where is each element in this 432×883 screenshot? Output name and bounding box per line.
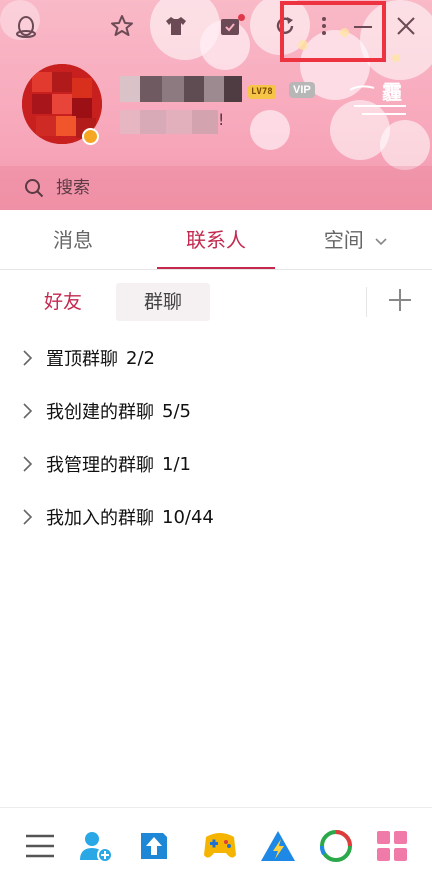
search-bar[interactable] xyxy=(0,166,432,210)
divider xyxy=(366,287,367,317)
signature-suffix: ! xyxy=(218,110,225,129)
group-category-label: 我创建的群聊 xyxy=(46,402,154,423)
vip-badge[interactable]: VIP xyxy=(289,82,315,98)
notification-dot xyxy=(238,14,245,21)
shirt-icon[interactable] xyxy=(162,12,190,40)
weather-glyph: 霾 xyxy=(382,80,402,104)
search-icon xyxy=(25,179,44,198)
app-manager-icon[interactable] xyxy=(372,826,412,866)
group-category-count: 1/1 xyxy=(162,453,191,475)
chevron-down-icon xyxy=(375,237,387,245)
calendar-icon[interactable] xyxy=(216,12,245,40)
search-input[interactable] xyxy=(54,177,398,199)
chevron-right-icon xyxy=(23,509,33,525)
group-category-label: 置顶群聊 xyxy=(46,349,118,370)
level-badge: LV78 xyxy=(248,85,276,99)
signature-mosaic[interactable] xyxy=(120,110,218,134)
group-category-count: 10/44 xyxy=(162,506,214,528)
tab-qzone[interactable]: 空间 xyxy=(306,210,406,269)
add-friend-icon[interactable] xyxy=(76,826,116,866)
chevron-right-icon xyxy=(23,456,33,472)
group-category-joined[interactable]: 我加入的群聊 10/44 xyxy=(0,491,432,543)
online-status-badge xyxy=(82,128,99,145)
game-center-icon[interactable] xyxy=(200,826,240,866)
profile-header: LV78 VIP ! 霾 xyxy=(0,0,432,210)
tab-qzone-label: 空间 xyxy=(323,228,364,252)
bottom-toolbar xyxy=(0,807,432,883)
blossom-decoration xyxy=(392,54,400,62)
blossom-decoration xyxy=(380,120,430,170)
group-category-label: 我加入的群聊 xyxy=(46,508,154,529)
chevron-right-icon xyxy=(23,350,33,366)
group-category-count: 2/2 xyxy=(126,347,155,369)
weather-widget[interactable]: 霾 xyxy=(350,76,408,120)
group-category-count: 5/5 xyxy=(162,400,191,422)
subtab-groups[interactable]: 群聊 xyxy=(116,283,210,321)
qq-main-window: LV78 VIP ! 霾 消息 xyxy=(0,0,432,883)
subtab-friends[interactable]: 好友 xyxy=(24,283,102,321)
file-transfer-icon[interactable] xyxy=(134,826,174,866)
favorites-star-icon[interactable] xyxy=(108,12,136,40)
tencent-tools-icon[interactable] xyxy=(258,826,298,866)
group-category-managed[interactable]: 我管理的群聊 1/1 xyxy=(0,438,432,490)
close-icon[interactable] xyxy=(392,12,420,40)
nickname-mosaic xyxy=(120,76,242,102)
chevron-right-icon xyxy=(23,403,33,419)
group-category-label: 我管理的群聊 xyxy=(46,455,154,476)
add-button[interactable] xyxy=(384,284,416,316)
tencent-video-icon[interactable] xyxy=(316,826,356,866)
active-tab-indicator xyxy=(157,267,275,269)
qq-penguin-logo-icon xyxy=(12,12,40,40)
main-menu-icon[interactable] xyxy=(20,826,60,866)
group-category-created[interactable]: 我创建的群聊 5/5 xyxy=(0,385,432,437)
blossom-decoration xyxy=(250,110,290,150)
highlight-box xyxy=(280,1,386,62)
plus-icon xyxy=(389,289,411,311)
group-category-pinned[interactable]: 置顶群聊 2/2 xyxy=(0,332,432,384)
main-tabs: 消息 联系人 空间 xyxy=(0,210,432,270)
tab-contacts[interactable]: 联系人 xyxy=(146,210,286,269)
tab-messages[interactable]: 消息 xyxy=(0,210,146,269)
